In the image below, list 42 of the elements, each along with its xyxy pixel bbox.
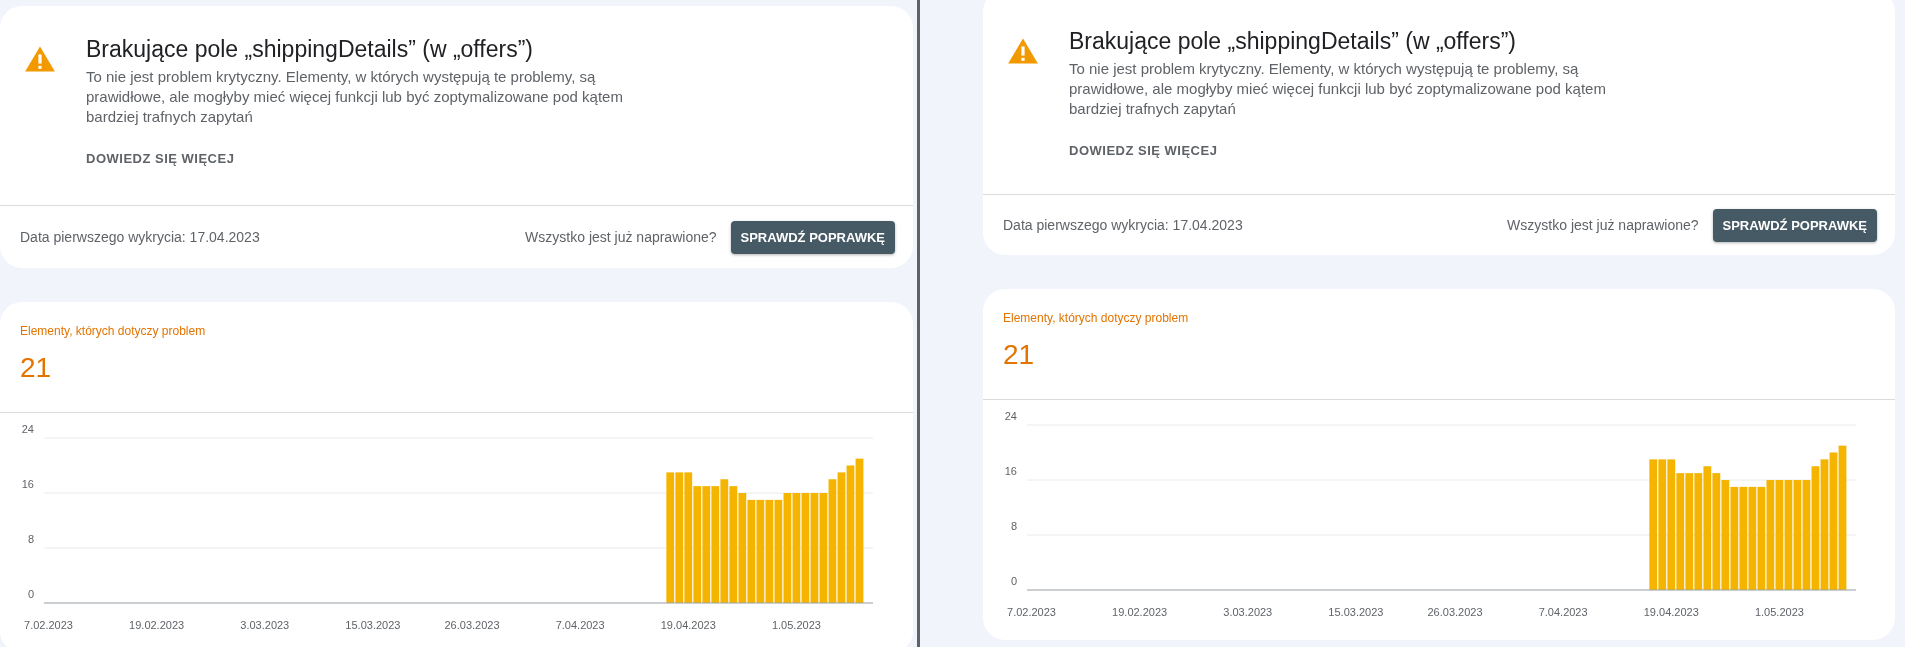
fixed-question: Wszystko jest już naprawione? xyxy=(1507,217,1699,233)
learn-more-link[interactable]: DOWIEDZ SIĘ WIĘCEJ xyxy=(86,151,235,166)
x-axis-label: 19.02.2023 xyxy=(129,619,185,631)
x-axis-label: 15.03.2023 xyxy=(345,619,401,631)
issue-description: To nie jest problem krytyczny. Elementy, w których występują te problemy, są prawidłowe, ale mogłyby mieć więcej funkcji lub być zoptymalizowane pod kątem bardziej trafnych zapytań xyxy=(1069,59,1607,119)
x-axis-label: 7.04.2023 xyxy=(555,619,605,631)
issue-description: To nie jest problem krytyczny. Elementy, w których występują te problemy, są prawidłowe, ale mogłyby mieć więcej funkcji lub być zoptymalizowane pod kątem bardziej trafnych zapytań xyxy=(86,67,624,127)
y-axis-label: 0 xyxy=(1010,575,1017,587)
x-axis-label: 7.04.2023 xyxy=(1538,606,1588,618)
x-axis-label: 26.03.2023 xyxy=(1427,606,1483,618)
y-axis-label: 16 xyxy=(21,478,34,490)
first-detected-date: Data pierwszego wykrycia: 17.04.2023 xyxy=(1003,217,1243,233)
y-axis-label: 0 xyxy=(27,588,34,600)
x-axis-label: 26.03.2023 xyxy=(444,619,500,631)
validate-fix-button[interactable]: SPRAWDŹ POPRAWKĘ xyxy=(730,220,895,254)
x-axis-label: 1.05.2023 xyxy=(1754,606,1804,618)
warning-icon xyxy=(24,45,56,73)
y-axis-label: 24 xyxy=(1004,410,1017,422)
x-axis-label: 7.02.2023 xyxy=(1007,606,1056,618)
y-axis-label: 24 xyxy=(21,423,34,435)
warning-icon xyxy=(1007,37,1039,65)
affected-items-count: 21 xyxy=(20,352,53,384)
x-axis-label: 7.02.2023 xyxy=(24,619,73,631)
x-axis-label: 15.03.2023 xyxy=(1328,606,1384,618)
x-axis-label: 19.02.2023 xyxy=(1112,606,1168,618)
affected-items-label: Elementy, których dotyczy problem xyxy=(20,324,207,338)
fixed-question: Wszystko jest już naprawione? xyxy=(525,229,717,245)
x-axis-label: 19.04.2023 xyxy=(1643,606,1699,618)
affected-items-count: 21 xyxy=(1003,339,1036,371)
x-axis-label: 3.03.2023 xyxy=(1223,606,1273,618)
issue-title: Brakujące pole „shippingDetails” (w „offers”) xyxy=(1069,28,1517,55)
affected-items-label: Elementy, których dotyczy problem xyxy=(1003,311,1190,325)
y-axis-label: 8 xyxy=(27,533,34,545)
y-axis-label: 16 xyxy=(1004,465,1017,477)
learn-more-link[interactable]: DOWIEDZ SIĘ WIĘCEJ xyxy=(1069,143,1218,158)
x-axis-label: 3.03.2023 xyxy=(240,619,290,631)
x-axis-label: 1.05.2023 xyxy=(771,619,821,631)
first-detected-date: Data pierwszego wykrycia: 17.04.2023 xyxy=(20,229,260,245)
issue-title: Brakujące pole „shippingDetails” (w „offers”) xyxy=(86,36,534,63)
x-axis-label: 19.04.2023 xyxy=(660,619,716,631)
y-axis-label: 8 xyxy=(1010,520,1017,532)
validate-fix-button[interactable]: SPRAWDŹ POPRAWKĘ xyxy=(1712,208,1877,242)
